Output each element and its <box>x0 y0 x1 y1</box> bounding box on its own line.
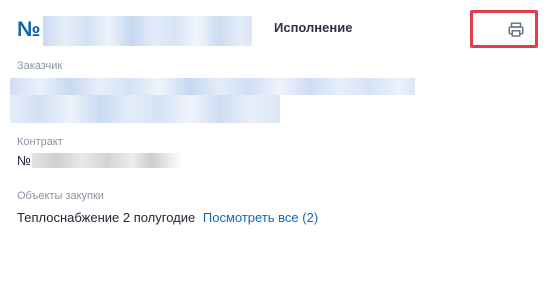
contract-label: Контракт <box>17 136 63 148</box>
customer-label: Заказчик <box>17 60 63 72</box>
header-row: № Исполнение <box>17 10 542 54</box>
purchase-object-text: Теплоснабжение 2 полугодие <box>17 210 196 225</box>
purchase-objects-row: Теплоснабжение 2 полугодие Посмотреть вс… <box>17 210 318 225</box>
purchase-number-prefix: № <box>17 18 41 41</box>
customer-name-redacted-line-2 <box>10 95 280 123</box>
printer-icon <box>508 22 524 37</box>
contract-number-redacted <box>32 153 182 168</box>
purchase-objects-label: Объекты закупки <box>17 190 104 202</box>
status-label: Исполнение <box>274 20 353 35</box>
view-all-link[interactable]: Посмотреть все (2) <box>203 210 318 225</box>
purchase-number-redacted <box>43 16 252 46</box>
print-button[interactable] <box>470 10 538 48</box>
customer-name-redacted <box>10 78 415 95</box>
contract-number-prefix: № <box>17 153 31 168</box>
